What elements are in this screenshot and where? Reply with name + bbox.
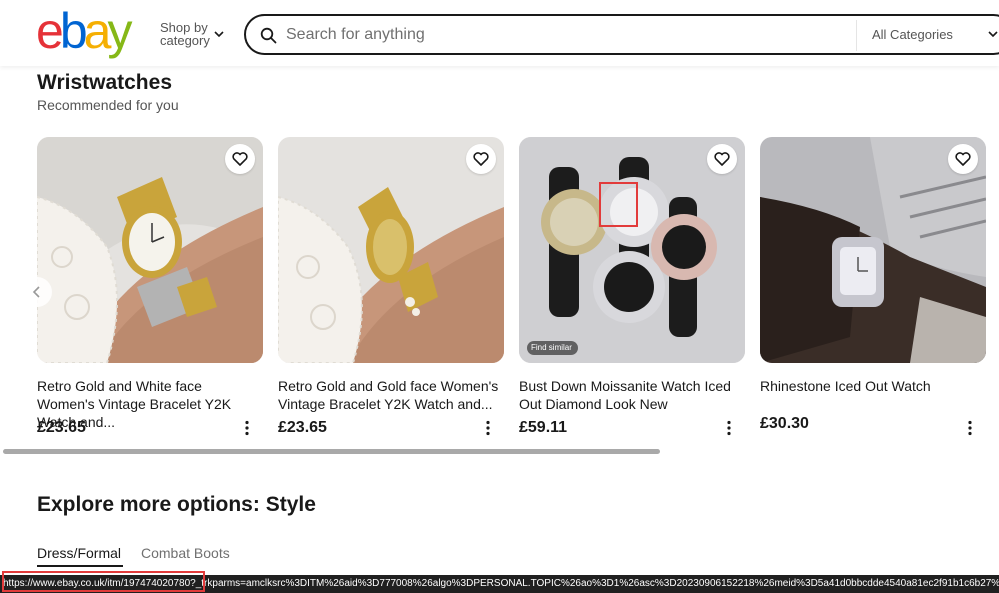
explore-title: Explore more options: Style <box>37 493 316 516</box>
product-card[interactable]: Retro Gold and Gold face Women's Vintage… <box>278 137 504 436</box>
heart-icon <box>473 152 489 166</box>
search-icon <box>260 27 277 44</box>
site-header: ebay Shop by category All Categories <box>0 0 999 66</box>
chevron-down-icon <box>214 31 224 38</box>
product-price: £59.11 <box>519 419 568 436</box>
section-subtitle: Recommended for you <box>37 97 179 113</box>
product-image[interactable] <box>37 137 263 363</box>
logo-letter-a: a <box>83 3 112 59</box>
product-photo <box>278 137 504 363</box>
heart-icon <box>955 152 971 166</box>
product-photo <box>37 137 263 363</box>
carousel-prev-button[interactable] <box>22 277 52 307</box>
category-label: category <box>160 33 210 48</box>
logo-letter-b: b <box>59 3 88 59</box>
find-similar-label: Find similar <box>531 343 572 352</box>
product-image[interactable]: Find similar <box>519 137 745 363</box>
more-options-icon[interactable] <box>243 420 251 436</box>
watch-heart-button[interactable] <box>948 144 978 174</box>
search-input[interactable] <box>286 24 846 46</box>
product-price: £30.30 <box>760 415 809 432</box>
tab-dress-formal[interactable]: Dress/Formal <box>37 545 121 561</box>
chevron-left-icon <box>32 286 40 298</box>
product-title[interactable]: Rhinestone Iced Out Watch <box>760 377 986 395</box>
product-photo <box>519 137 745 363</box>
tab-combat-boots[interactable]: Combat Boots <box>141 545 230 561</box>
product-card[interactable]: Find similar Bust Down Moissanite Watch … <box>519 137 745 436</box>
watch-heart-button[interactable] <box>707 144 737 174</box>
heart-icon <box>714 152 730 166</box>
watch-heart-button[interactable] <box>225 144 255 174</box>
search-bar: All Categories <box>244 14 999 55</box>
heart-icon <box>232 152 248 166</box>
product-card[interactable]: Rhinestone Iced Out Watch £30.30 <box>760 137 986 436</box>
find-similar-button[interactable]: Find similar <box>527 341 578 355</box>
product-title[interactable]: Bust Down Moissanite Watch Iced Out Diam… <box>519 377 745 413</box>
watch-heart-button[interactable] <box>466 144 496 174</box>
status-url-highlight <box>2 571 205 592</box>
logo-letter-e: e <box>36 3 64 59</box>
shop-by-category-button[interactable]: Shop by category <box>160 21 224 48</box>
more-options-icon[interactable] <box>484 420 492 436</box>
active-tab-underline <box>37 565 123 567</box>
search-divider <box>856 20 857 51</box>
ebay-logo[interactable]: ebay <box>36 3 132 59</box>
more-options-icon[interactable] <box>966 420 974 436</box>
product-image[interactable] <box>278 137 504 363</box>
logo-letter-y: y <box>107 3 132 59</box>
product-card[interactable]: Retro Gold and White face Women's Vintag… <box>37 137 263 436</box>
product-title[interactable]: Retro Gold and Gold face Women's Vintage… <box>278 377 504 413</box>
chevron-down-icon <box>988 31 998 38</box>
category-select[interactable]: All Categories <box>872 27 953 42</box>
section-title: Wristwatches <box>37 71 172 94</box>
product-price: £23.65 <box>37 419 86 436</box>
more-options-icon[interactable] <box>725 420 733 436</box>
product-photo <box>760 137 986 363</box>
product-image[interactable] <box>760 137 986 363</box>
carousel-scrollbar-thumb[interactable] <box>3 449 660 454</box>
product-price: £23.65 <box>278 419 327 436</box>
